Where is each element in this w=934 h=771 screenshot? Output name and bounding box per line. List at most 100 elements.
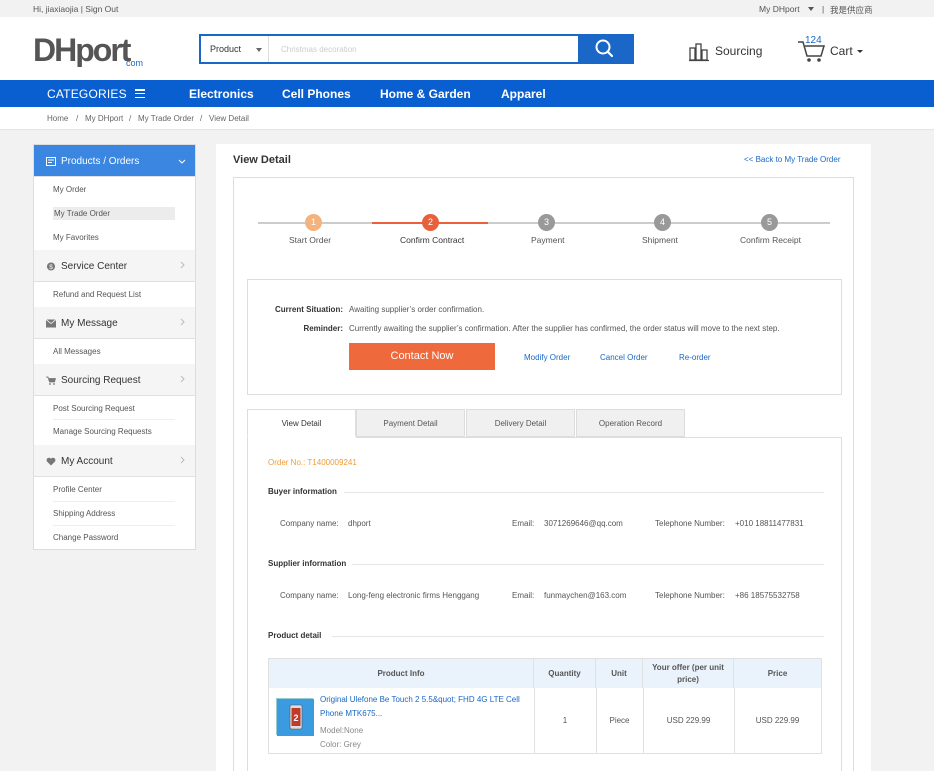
main-content: View Detail << Back to My Trade Order 1 … bbox=[216, 144, 871, 771]
breadcrumb-sep: / bbox=[129, 114, 132, 123]
sidebar-section-my-account[interactable]: My Account bbox=[34, 445, 195, 477]
step-2-circle: 2 bbox=[422, 214, 439, 231]
breadcrumb-my-dhport[interactable]: My DHport bbox=[85, 114, 123, 123]
dhport-logo[interactable]: DHport com bbox=[33, 31, 153, 68]
buyer-tel-key: Telephone Number: bbox=[655, 519, 725, 528]
page-title: View Detail bbox=[233, 154, 291, 166]
section-divider bbox=[352, 564, 824, 565]
product-detail-heading: Product detail bbox=[268, 631, 322, 640]
product-model: Model:None bbox=[320, 726, 364, 735]
hamburger-icon[interactable] bbox=[135, 89, 145, 99]
sidebar-section-label: Products / Orders bbox=[61, 156, 140, 167]
sidebar-section-label: Sourcing Request bbox=[61, 375, 141, 386]
my-dhport-menu[interactable]: My DHport bbox=[759, 4, 814, 14]
back-to-trade-order-link[interactable]: << Back to My Trade Order bbox=[744, 155, 840, 164]
tab-operation-record[interactable]: Operation Record bbox=[576, 409, 685, 437]
cart-count-badge: 124 bbox=[805, 35, 822, 46]
cart-icon bbox=[46, 376, 56, 385]
sidebar-section-products-orders[interactable]: Products / Orders bbox=[34, 145, 195, 177]
table-header-offer: Your offer (per unit price) bbox=[643, 659, 734, 688]
breadcrumb-home[interactable]: Home bbox=[47, 114, 68, 123]
nav-item-cell-phones[interactable]: Cell Phones bbox=[282, 87, 351, 101]
logo-sub: com bbox=[126, 58, 143, 67]
step-4-circle: 4 bbox=[654, 214, 671, 231]
header: DHport com Product Christmas decoration … bbox=[0, 17, 934, 80]
search-input[interactable]: Christmas decoration bbox=[281, 45, 357, 54]
re-order-link[interactable]: Re-order bbox=[679, 353, 711, 362]
svg-text:2: 2 bbox=[293, 713, 298, 723]
product-price: USD 229.99 bbox=[755, 716, 800, 725]
top-bar: Hi, jiaxiaojia | Sign Out My DHport | 我是… bbox=[0, 0, 934, 17]
step-5-circle: 5 bbox=[761, 214, 778, 231]
detail-tabs: View Detail Payment Detail Delivery Deta… bbox=[247, 409, 842, 437]
supplier-info-heading: Supplier information bbox=[268, 559, 347, 568]
buyer-email-key: Email: bbox=[512, 519, 535, 528]
section-divider bbox=[332, 636, 824, 637]
product-name-link[interactable]: Original Ulefone Be Touch 2 5.5&quot; FH… bbox=[320, 693, 525, 721]
breadcrumb-my-trade-order[interactable]: My Trade Order bbox=[138, 114, 194, 123]
sidebar-item-my-order[interactable]: My Order bbox=[53, 185, 86, 194]
chevron-down-icon bbox=[857, 50, 863, 53]
tab-delivery-detail[interactable]: Delivery Detail bbox=[466, 409, 575, 437]
sidebar-section-sourcing-request[interactable]: Sourcing Request bbox=[34, 364, 195, 396]
nav-item-home-garden[interactable]: Home & Garden bbox=[380, 87, 471, 101]
cart-label: Cart bbox=[830, 44, 853, 58]
search-category-select[interactable]: Product bbox=[201, 36, 269, 62]
step-3-circle: 3 bbox=[538, 214, 555, 231]
sourcing-label: Sourcing bbox=[715, 44, 763, 58]
topbar-separator: | bbox=[822, 4, 825, 14]
sidebar-item-post-sourcing[interactable]: Post Sourcing Request bbox=[53, 404, 135, 413]
situation-box: Current Situation: Awaiting supplier’s o… bbox=[247, 279, 842, 395]
sourcing-link[interactable]: Sourcing bbox=[688, 40, 762, 62]
sidebar-section-service-center[interactable]: $ Service Center bbox=[34, 250, 195, 282]
sidebar-section-label: My Account bbox=[61, 456, 113, 467]
step-2-label: Confirm Contract bbox=[400, 235, 465, 245]
sidebar-item-profile-center[interactable]: Profile Center bbox=[53, 485, 102, 494]
step-4-label: Shipment bbox=[642, 235, 678, 245]
order-number: Order No.: T1400009241 bbox=[268, 458, 357, 467]
sidebar-item-my-trade-order[interactable]: My Trade Order bbox=[53, 207, 175, 220]
nav-item-apparel[interactable]: Apparel bbox=[501, 87, 546, 101]
product-quantity: 1 bbox=[562, 716, 568, 725]
main-nav: CATEGORIES Electronics Cell Phones Home … bbox=[0, 80, 934, 107]
product-table: Product Info Quantity Unit Your offer (p… bbox=[268, 658, 822, 754]
breadcrumb-sep: / bbox=[76, 114, 79, 123]
tab-view-detail[interactable]: View Detail bbox=[247, 409, 356, 437]
mail-icon bbox=[46, 319, 56, 328]
product-thumbnail[interactable]: 2 bbox=[276, 698, 314, 736]
product-unit: Piece bbox=[609, 716, 630, 725]
contact-now-button[interactable]: Contact Now bbox=[349, 343, 495, 370]
sidebar-item-shipping-address[interactable]: Shipping Address bbox=[53, 509, 115, 518]
supplier-email-key: Email: bbox=[512, 591, 535, 600]
cancel-order-link[interactable]: Cancel Order bbox=[600, 353, 648, 362]
supplier-link[interactable]: 我是供应商 bbox=[830, 4, 873, 16]
chevron-down-icon bbox=[807, 7, 814, 11]
chevron-right-icon bbox=[180, 375, 185, 383]
sidebar-item-refund[interactable]: Refund and Request List bbox=[53, 290, 141, 299]
tab-payment-detail[interactable]: Payment Detail bbox=[356, 409, 465, 437]
modify-order-link[interactable]: Modify Order bbox=[524, 353, 570, 362]
product-color: Color: Grey bbox=[320, 740, 361, 749]
search-button[interactable] bbox=[578, 36, 632, 62]
chevron-down-icon bbox=[256, 48, 262, 52]
buyer-company-key: Company name: bbox=[280, 519, 339, 528]
my-dhport-label: My DHport bbox=[759, 4, 800, 14]
sidebar-section-my-message[interactable]: My Message bbox=[34, 307, 195, 339]
chevron-right-icon bbox=[180, 318, 185, 326]
sidebar-item-my-favorites[interactable]: My Favorites bbox=[53, 233, 99, 242]
sidebar-item-all-messages[interactable]: All Messages bbox=[53, 347, 101, 356]
sidebar-section-label: Service Center bbox=[61, 261, 128, 272]
search-icon bbox=[595, 39, 614, 58]
sidebar-item-change-password[interactable]: Change Password bbox=[53, 533, 118, 542]
service-icon: $ bbox=[46, 262, 56, 271]
greeting-sign-out[interactable]: Hi, jiaxiaojia | Sign Out bbox=[33, 4, 118, 14]
search-category-label: Product bbox=[210, 44, 242, 54]
nav-item-electronics[interactable]: Electronics bbox=[189, 87, 254, 101]
cart-link[interactable]: 124 Cart bbox=[797, 35, 867, 65]
sidebar-item-manage-sourcing[interactable]: Manage Sourcing Requests bbox=[53, 427, 152, 436]
heart-icon bbox=[46, 457, 56, 466]
breadcrumb-sep: / bbox=[200, 114, 203, 123]
categories-menu[interactable]: CATEGORIES bbox=[47, 87, 127, 101]
orders-icon bbox=[46, 157, 56, 166]
reminder-value: Currently awaiting the supplier’s confir… bbox=[349, 324, 780, 333]
